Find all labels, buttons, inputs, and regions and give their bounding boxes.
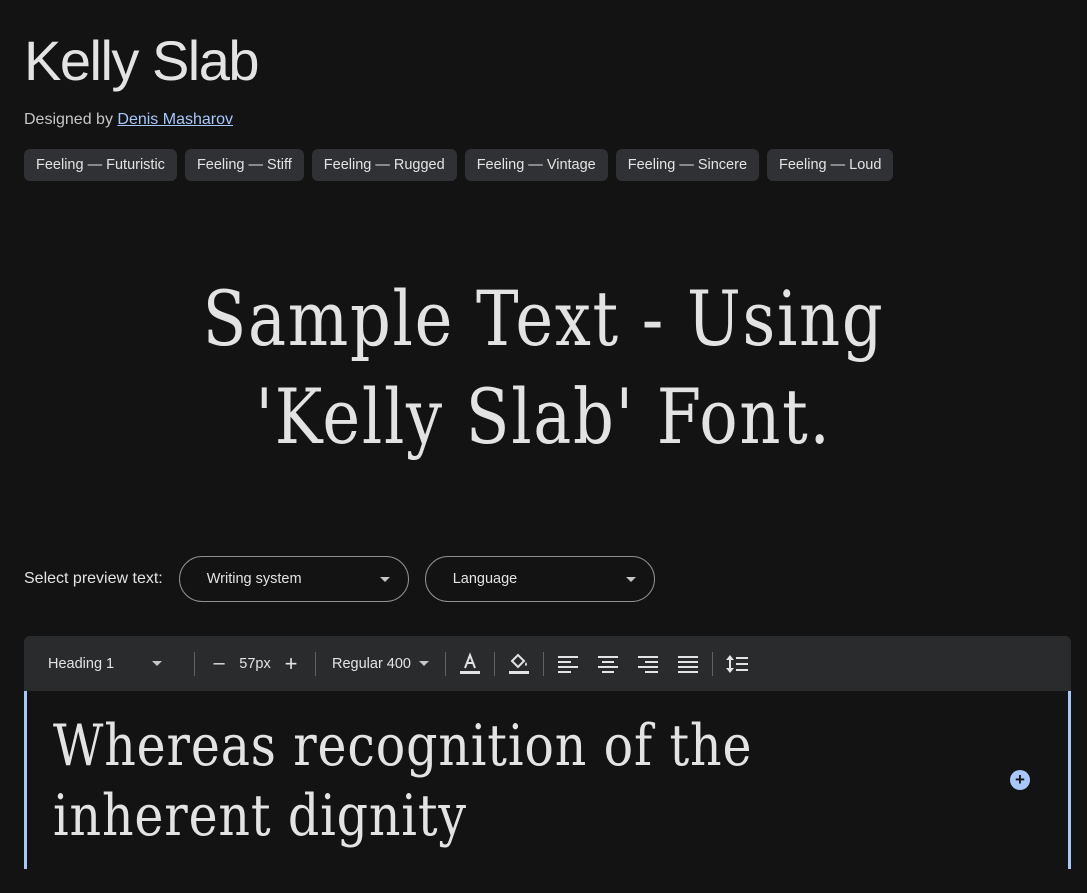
preview-label: Select preview text: [24,570,163,587]
font-weight-value: Regular 400 [332,655,411,672]
preview-editor[interactable]: Whereas recognition of the inherent dign… [24,691,1071,869]
designer-line: Designed by Denis Masharov [24,111,233,129]
tag-list: Feeling — Futuristic Feeling — Stiff Fee… [24,149,894,181]
editor-text[interactable]: Whereas recognition of the inherent dign… [53,711,913,851]
tag-stiff[interactable]: Feeling — Stiff [184,149,304,181]
font-title: Kelly Slab [24,29,260,92]
designer-link[interactable]: Denis Masharov [117,111,233,128]
tag-futuristic[interactable]: Feeling — Futuristic [24,149,177,181]
toolbar-divider [712,651,713,676]
tag-vintage[interactable]: Feeling — Vintage [464,149,608,181]
align-justify-icon[interactable] [672,648,704,680]
align-center-icon[interactable] [592,648,624,680]
caret-down-icon [625,576,636,582]
font-size-value[interactable]: 57px [235,656,275,672]
align-left-icon[interactable] [552,648,584,680]
toolbar-divider [315,651,316,676]
toolbar-divider [494,651,495,676]
tag-rugged[interactable]: Feeling — Rugged [311,149,457,181]
caret-down-icon [152,661,162,666]
sample-text: Sample Text - Using 'Kelly Slab' Font. [202,274,885,461]
toolbar-divider [445,651,446,676]
add-icon[interactable]: + [1010,770,1030,790]
language-select[interactable]: Language [424,556,655,602]
editor-toolbar: Heading 1 – 57px + Regular 400 [24,636,1071,691]
caret-down-icon [379,576,390,582]
text-style-value: Heading 1 [48,655,115,672]
decrease-size-button[interactable]: – [203,648,235,680]
preview-text-selector: Select preview text: Writing system Lang… [24,555,671,603]
text-color-icon[interactable] [454,648,486,680]
increase-size-button[interactable]: + [275,648,307,680]
text-style-select[interactable]: Heading 1 [24,656,186,672]
font-weight-select[interactable]: Regular 400 [324,656,437,672]
designed-by-label: Designed by [24,111,118,128]
writing-system-value: Writing system [206,571,302,587]
tag-loud[interactable]: Feeling — Loud [767,149,894,181]
caret-down-icon [419,661,429,666]
toolbar-divider [543,651,544,676]
writing-system-select[interactable]: Writing system [178,556,409,602]
toolbar-divider [194,651,195,676]
align-right-icon[interactable] [632,648,664,680]
background-color-icon[interactable] [503,648,535,680]
tag-sincere[interactable]: Feeling — Sincere [615,149,760,181]
line-height-icon[interactable] [721,648,753,680]
language-value: Language [452,571,518,587]
